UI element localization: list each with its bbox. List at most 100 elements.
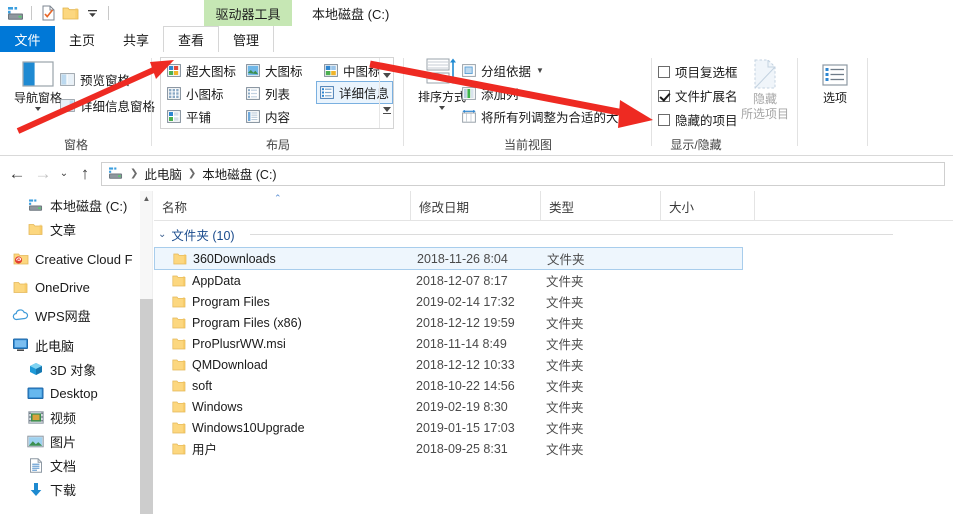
- explorer-body: 本地磁盘 (C:) 文章: [0, 191, 953, 514]
- table-row[interactable]: AppData 2018-12-07 8:17 文件夹: [154, 270, 953, 291]
- layout-label: 内容: [265, 107, 290, 126]
- tab-home[interactable]: 主页: [55, 26, 109, 52]
- tab-view[interactable]: 查看: [163, 26, 219, 52]
- row-date: 2018-12-12 19:59: [416, 316, 515, 330]
- sidebar-item-videos[interactable]: 视频: [0, 405, 140, 429]
- row-date: 2018-10-22 14:56: [416, 379, 515, 393]
- drive-icon[interactable]: [4, 2, 26, 24]
- layout-group-label: 布局: [152, 136, 404, 153]
- layout-option-content[interactable]: 内容: [243, 106, 293, 127]
- sidebar-item-local-disk-c[interactable]: 本地磁盘 (C:): [0, 193, 140, 217]
- sidebar-item-label: 本地磁盘 (C:): [50, 196, 127, 215]
- tab-manage[interactable]: 管理: [219, 26, 274, 52]
- folder-icon: [172, 359, 186, 371]
- tab-file[interactable]: 文件: [0, 26, 55, 52]
- properties-icon[interactable]: [37, 2, 59, 24]
- up-button[interactable]: ↑: [72, 161, 98, 187]
- hidden-items-label: 隐藏的项目: [675, 110, 738, 129]
- column-header-size[interactable]: 大小: [660, 191, 754, 221]
- chevron-down-icon[interactable]: ▼: [524, 89, 532, 98]
- layout-option-medium-icons[interactable]: 中图标: [321, 60, 384, 81]
- hidden-items-checkbox[interactable]: [658, 114, 670, 126]
- chevron-down-icon[interactable]: [35, 107, 41, 111]
- chevron-down-icon[interactable]: ▼: [536, 66, 544, 75]
- folder-icon: [172, 275, 186, 287]
- sidebar-item-creative-cloud-files[interactable]: Creative Cloud F: [0, 247, 140, 271]
- options-button[interactable]: 选项: [803, 64, 867, 105]
- sidebar-item-documents[interactable]: 文档: [0, 453, 140, 477]
- sidebar-item-desktop[interactable]: Desktop: [0, 381, 140, 405]
- table-row[interactable]: QMDownload 2018-12-12 10:33 文件夹: [154, 354, 953, 375]
- table-row[interactable]: Program Files 2019-02-14 17:32 文件夹: [154, 291, 953, 312]
- details-pane-button[interactable]: 详细信息窗格: [60, 96, 155, 115]
- layout-option-extra-large-icons[interactable]: 超大图标: [164, 60, 239, 81]
- add-columns-button[interactable]: 添加列 ▼: [462, 84, 531, 103]
- table-row[interactable]: ProPlusrWW.msi 2018-11-14 8:49 文件夹: [154, 333, 953, 354]
- new-folder-icon[interactable]: [59, 2, 81, 24]
- file-extensions-option[interactable]: 文件扩展名: [658, 86, 738, 105]
- navigation-pane-scrollbar[interactable]: ▲: [140, 191, 153, 514]
- group-by-button[interactable]: 分组依据 ▼: [462, 61, 544, 80]
- layout-option-list[interactable]: 列表: [243, 83, 293, 104]
- column-header-date[interactable]: 修改日期: [410, 191, 540, 221]
- table-row[interactable]: 用户 2018-09-25 8:31 文件夹: [154, 438, 953, 459]
- breadcrumb-separator-icon[interactable]: ❯: [186, 168, 198, 179]
- layout-label: 大图标: [265, 61, 303, 80]
- column-header-name[interactable]: 名称 ⌃: [154, 191, 410, 221]
- folder-icon: [172, 338, 186, 350]
- sidebar-item-label: 文章: [50, 220, 76, 239]
- recent-locations-button[interactable]: ⌄: [56, 161, 72, 187]
- item-checkboxes-option[interactable]: 项目复选框: [658, 62, 738, 81]
- customize-qat-icon[interactable]: [81, 2, 103, 24]
- sidebar-item-onedrive[interactable]: OneDrive: [0, 275, 140, 299]
- breadcrumb-local-disk[interactable]: 本地磁盘 (C:): [202, 164, 276, 183]
- table-row[interactable]: 360Downloads 2018-11-26 8:04 文件夹: [154, 247, 743, 270]
- table-row[interactable]: Windows10Upgrade 2019-01-15 17:03 文件夹: [154, 417, 953, 438]
- layout-gallery-scroll[interactable]: [379, 58, 393, 128]
- layout-option-large-icons[interactable]: 大图标: [243, 60, 306, 81]
- chevron-down-icon[interactable]: ⌄: [158, 229, 166, 240]
- row-date: 2019-02-19 8:30: [416, 400, 508, 414]
- scrollbar-thumb[interactable]: [140, 299, 153, 514]
- scroll-up-icon[interactable]: ▲: [140, 191, 153, 206]
- preview-pane-label: 预览窗格: [80, 70, 130, 89]
- quick-access-toolbar: [0, 0, 114, 26]
- sidebar-item-articles[interactable]: 文章: [0, 217, 140, 241]
- group-header-rule: [250, 234, 893, 235]
- item-checkboxes-checkbox[interactable]: [658, 66, 670, 78]
- file-extensions-label: 文件扩展名: [675, 86, 738, 105]
- address-input[interactable]: ❯ 此电脑 ❯ 本地磁盘 (C:): [101, 162, 945, 186]
- breadcrumb-separator-icon[interactable]: ❯: [128, 168, 140, 179]
- layout-gallery[interactable]: 超大图标 大图标 中图标: [160, 57, 394, 129]
- tab-share[interactable]: 共享: [109, 26, 163, 52]
- sidebar-item-this-pc[interactable]: 此电脑: [0, 333, 140, 357]
- sidebar-item-3d-objects[interactable]: 3D 对象: [0, 357, 140, 381]
- layout-option-small-icons[interactable]: 小图标: [164, 83, 227, 104]
- chevron-down-icon[interactable]: [383, 73, 391, 78]
- chevron-down-icon[interactable]: [439, 106, 445, 110]
- sidebar-item-wps-cloud[interactable]: WPS网盘: [0, 303, 140, 327]
- sidebar-item-label: 视频: [50, 408, 76, 427]
- size-columns-to-fit-label: 将所有列调整为合适的大小: [481, 107, 631, 126]
- hidden-items-option[interactable]: 隐藏的项目: [658, 110, 738, 129]
- row-name-cell: Windows: [172, 400, 243, 414]
- navigation-pane-label: 导航窗格: [14, 92, 62, 105]
- table-row[interactable]: Program Files (x86) 2018-12-12 19:59 文件夹: [154, 312, 953, 333]
- table-row[interactable]: soft 2018-10-22 14:56 文件夹: [154, 375, 953, 396]
- gallery-expand-icon[interactable]: [383, 107, 391, 114]
- sidebar-item-downloads[interactable]: 下载: [0, 477, 140, 501]
- layout-label: 平铺: [186, 107, 211, 126]
- column-header-type[interactable]: 类型: [540, 191, 660, 221]
- row-name: AppData: [192, 274, 241, 288]
- preview-pane-button[interactable]: 预览窗格: [60, 70, 130, 89]
- table-row[interactable]: Windows 2019-02-19 8:30 文件夹: [154, 396, 953, 417]
- group-header-label: 文件夹 (10): [171, 225, 234, 244]
- sidebar-item-pictures[interactable]: 图片: [0, 429, 140, 453]
- file-extensions-checkbox[interactable]: [658, 90, 670, 102]
- breadcrumb-this-pc[interactable]: 此电脑: [144, 164, 182, 183]
- group-header-folders[interactable]: ⌄ 文件夹 (10): [154, 221, 953, 247]
- add-columns-label: 添加列: [481, 84, 519, 103]
- size-columns-to-fit-button[interactable]: 将所有列调整为合适的大小: [462, 107, 631, 126]
- back-button[interactable]: ←: [4, 161, 30, 187]
- layout-option-tiles[interactable]: 平铺: [164, 106, 214, 127]
